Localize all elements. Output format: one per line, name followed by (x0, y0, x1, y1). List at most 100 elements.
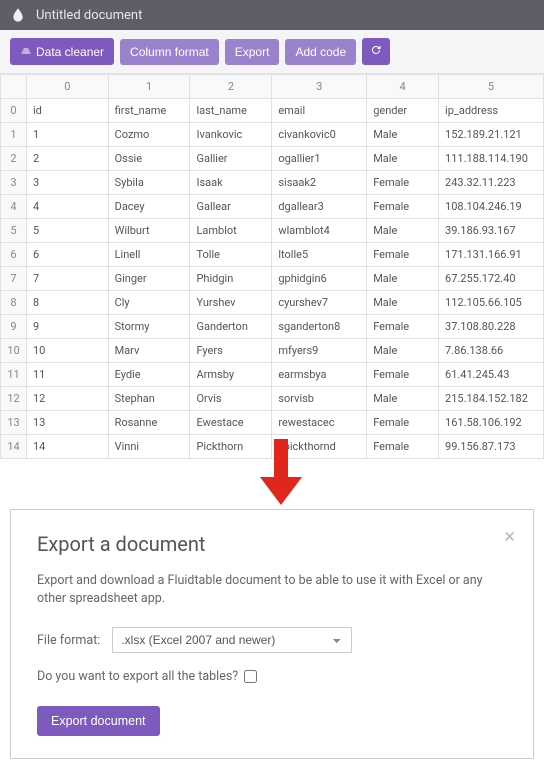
row-header[interactable]: 4 (1, 195, 27, 219)
cell[interactable]: 5 (27, 219, 109, 243)
cell[interactable]: earmsbya (272, 363, 367, 387)
cell[interactable]: 6 (27, 243, 109, 267)
close-icon[interactable]: × (504, 526, 515, 546)
col-header[interactable]: 4 (367, 75, 439, 99)
cell[interactable]: Female (367, 315, 439, 339)
cell[interactable]: 2 (27, 147, 109, 171)
cell[interactable]: 39.186.93.167 (439, 219, 544, 243)
row-header[interactable]: 6 (1, 243, 27, 267)
cell[interactable]: Ivankovic (190, 123, 272, 147)
cell[interactable]: Male (367, 219, 439, 243)
cell[interactable]: Male (367, 123, 439, 147)
cell[interactable]: sorvisb (272, 387, 367, 411)
cell[interactable]: 99.156.87.173 (439, 435, 544, 459)
cell[interactable]: 108.104.246.19 (439, 195, 544, 219)
cell[interactable]: ogallier1 (272, 147, 367, 171)
cell[interactable]: Female (367, 411, 439, 435)
cell[interactable]: Male (367, 267, 439, 291)
cell[interactable]: dgallear3 (272, 195, 367, 219)
cell[interactable]: Gallier (190, 147, 272, 171)
row-header[interactable]: 2 (1, 147, 27, 171)
row-header[interactable]: 10 (1, 339, 27, 363)
row-header[interactable]: 9 (1, 315, 27, 339)
cell[interactable]: Ewestace (190, 411, 272, 435)
cell[interactable]: 112.105.66.105 (439, 291, 544, 315)
row-header[interactable]: 1 (1, 123, 27, 147)
cell[interactable]: civankovic0 (272, 123, 367, 147)
cell[interactable]: Fyers (190, 339, 272, 363)
cell[interactable]: 152.189.21.121 (439, 123, 544, 147)
cell[interactable]: gender (367, 99, 439, 123)
cell[interactable]: Sybila (108, 171, 190, 195)
cell[interactable]: 10 (27, 339, 109, 363)
row-header[interactable]: 14 (1, 435, 27, 459)
col-header[interactable]: 3 (272, 75, 367, 99)
cell[interactable]: 215.184.152.182 (439, 387, 544, 411)
cell[interactable]: Male (367, 387, 439, 411)
cell[interactable]: Female (367, 363, 439, 387)
cell[interactable]: Stephan (108, 387, 190, 411)
row-header-corner[interactable] (1, 75, 27, 99)
cell[interactable]: email (272, 99, 367, 123)
cell[interactable]: Gallear (190, 195, 272, 219)
cell[interactable]: 9 (27, 315, 109, 339)
cell[interactable]: rewestacec (272, 411, 367, 435)
col-header[interactable]: 5 (439, 75, 544, 99)
cell[interactable]: 1 (27, 123, 109, 147)
row-header[interactable]: 13 (1, 411, 27, 435)
cell[interactable]: gphidgin6 (272, 267, 367, 291)
file-format-select[interactable]: .xlsx (Excel 2007 and newer) (112, 627, 352, 653)
cell[interactable]: Female (367, 435, 439, 459)
cell[interactable]: 7 (27, 267, 109, 291)
cell[interactable]: Isaak (190, 171, 272, 195)
col-header[interactable]: 0 (27, 75, 109, 99)
export-document-button[interactable]: Export document (37, 706, 160, 736)
cell[interactable]: Ossie (108, 147, 190, 171)
cell[interactable]: 161.58.106.192 (439, 411, 544, 435)
cell[interactable]: Wilburt (108, 219, 190, 243)
cell[interactable]: 171.131.166.91 (439, 243, 544, 267)
cell[interactable]: Female (367, 243, 439, 267)
cell[interactable]: wlamblot4 (272, 219, 367, 243)
cell[interactable]: Male (367, 339, 439, 363)
cell[interactable]: Cozmo (108, 123, 190, 147)
row-header[interactable]: 11 (1, 363, 27, 387)
cell[interactable]: 7.86.138.66 (439, 339, 544, 363)
cell[interactable]: 3 (27, 171, 109, 195)
cell[interactable]: Stormy (108, 315, 190, 339)
cell[interactable]: cyurshev7 (272, 291, 367, 315)
cell[interactable]: 61.41.245.43 (439, 363, 544, 387)
row-header[interactable]: 12 (1, 387, 27, 411)
cell[interactable]: Eydie (108, 363, 190, 387)
export-button[interactable]: Export (225, 39, 280, 65)
row-header[interactable]: 8 (1, 291, 27, 315)
cell[interactable]: Male (367, 147, 439, 171)
cell[interactable]: 11 (27, 363, 109, 387)
cell[interactable]: Orvis (190, 387, 272, 411)
cell[interactable]: Male (367, 291, 439, 315)
cell[interactable]: Cly (108, 291, 190, 315)
export-all-checkbox[interactable] (244, 670, 257, 683)
cell[interactable]: mfyers9 (272, 339, 367, 363)
cell[interactable]: 4 (27, 195, 109, 219)
data-cleaner-button[interactable]: Data cleaner (10, 38, 114, 65)
cell[interactable]: 13 (27, 411, 109, 435)
cell[interactable]: Marv (108, 339, 190, 363)
cell[interactable]: sisaak2 (272, 171, 367, 195)
cell[interactable]: Rosanne (108, 411, 190, 435)
cell[interactable]: 67.255.172.40 (439, 267, 544, 291)
cell[interactable]: Phidgin (190, 267, 272, 291)
row-header[interactable]: 0 (1, 99, 27, 123)
row-header[interactable]: 7 (1, 267, 27, 291)
col-header[interactable]: 2 (190, 75, 272, 99)
cell[interactable]: 12 (27, 387, 109, 411)
column-format-button[interactable]: Column format (120, 39, 219, 65)
cell[interactable]: 243.32.11.223 (439, 171, 544, 195)
cell[interactable]: Ginger (108, 267, 190, 291)
cell[interactable]: Armsby (190, 363, 272, 387)
cell[interactable]: Female (367, 171, 439, 195)
cell[interactable]: last_name (190, 99, 272, 123)
cell[interactable]: first_name (108, 99, 190, 123)
row-header[interactable]: 3 (1, 171, 27, 195)
cell[interactable]: ip_address (439, 99, 544, 123)
